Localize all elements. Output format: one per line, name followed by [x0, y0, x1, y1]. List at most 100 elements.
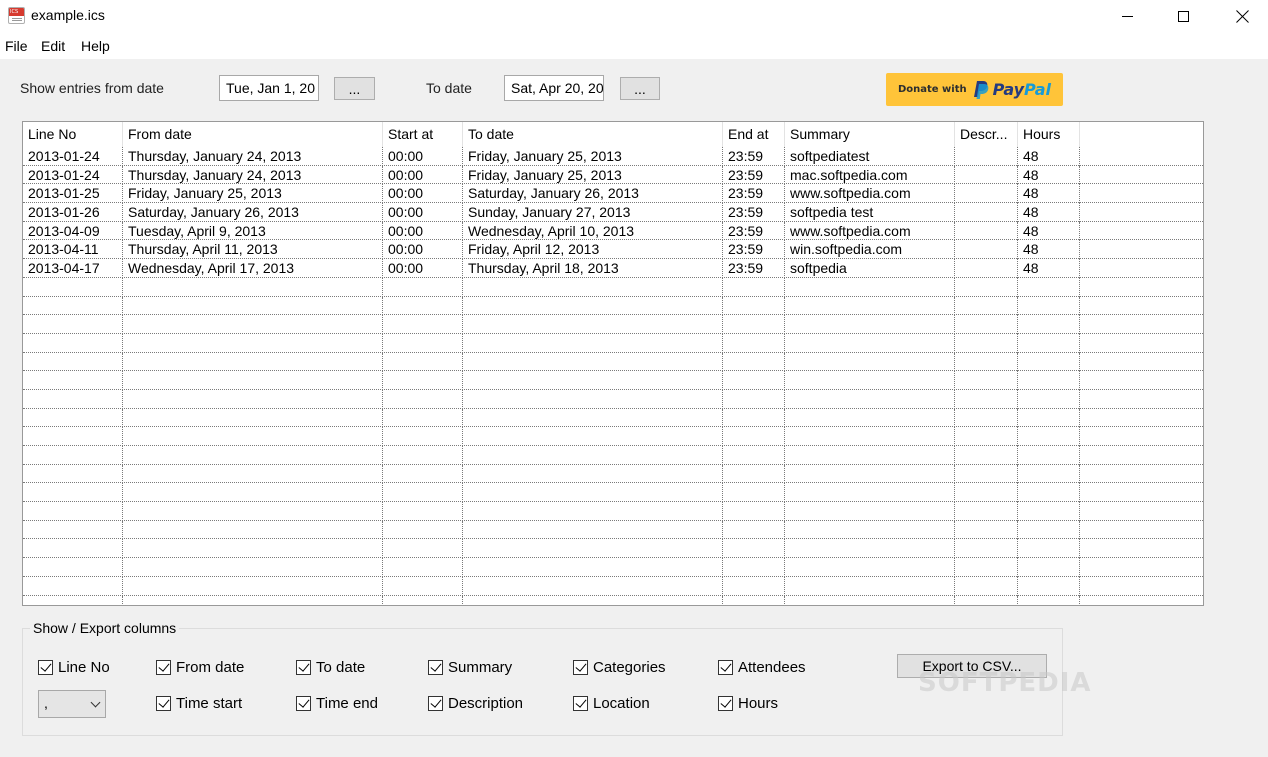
- column-header-from-date[interactable]: From date: [123, 122, 383, 147]
- table-row[interactable]: [23, 558, 1203, 577]
- checkbox-time-start[interactable]: Time start: [156, 695, 242, 712]
- table-row[interactable]: [23, 296, 1203, 316]
- checkbox-from-date[interactable]: From date: [156, 659, 244, 676]
- minimize-icon: [1121, 15, 1133, 17]
- table-row[interactable]: [23, 315, 1203, 334]
- table-row[interactable]: [23, 595, 1203, 605]
- paypal-donate-button[interactable]: Donate with PayPal: [886, 73, 1063, 106]
- table-row[interactable]: [23, 277, 1203, 297]
- cell-description: [955, 277, 1018, 297]
- column-header-start-at[interactable]: Start at: [383, 122, 463, 147]
- checkbox-location[interactable]: Location: [573, 695, 650, 712]
- column-header-end-at[interactable]: End at: [723, 122, 785, 147]
- checkbox-attendees[interactable]: Attendees: [718, 659, 806, 676]
- checkbox-checked-icon: [156, 660, 171, 675]
- table-row[interactable]: [23, 576, 1203, 596]
- cell-description: [955, 595, 1018, 605]
- to-date-field[interactable]: Sat, Apr 20, 20: [504, 75, 604, 101]
- checkbox-summary[interactable]: Summary: [428, 659, 512, 676]
- from-date-field[interactable]: Tue, Jan 1, 20: [219, 75, 319, 101]
- table-row[interactable]: 2013-01-24 Thursday, January 24, 2013 00:0…: [23, 165, 1203, 185]
- table-row[interactable]: [23, 483, 1203, 503]
- cell-start-at: 00:00: [383, 165, 463, 185]
- cell-line-no: [23, 296, 123, 316]
- cell-from-date: Saturday, January 26, 2013: [123, 203, 383, 222]
- menu-file[interactable]: File: [5, 38, 28, 54]
- checkbox-time-end[interactable]: Time end: [296, 695, 378, 712]
- menu-help[interactable]: Help: [81, 38, 110, 54]
- column-header-summary[interactable]: Summary: [785, 122, 955, 147]
- cell-hours: [1018, 315, 1080, 334]
- checkbox-hours[interactable]: Hours: [718, 695, 778, 712]
- cell-to-date: Wednesday, April 10, 2013: [463, 221, 723, 241]
- to-date-picker-button[interactable]: ...: [620, 77, 660, 100]
- cell-line-no: [23, 315, 123, 334]
- table-row[interactable]: [23, 371, 1203, 390]
- table-row[interactable]: 2013-01-25 Friday, January 25, 2013 00:00 S…: [23, 184, 1203, 204]
- table-row[interactable]: 2013-04-09 Tuesday, April 9, 2013 00:00 Wed…: [23, 221, 1203, 241]
- cell-from-date: [123, 315, 383, 334]
- table-row[interactable]: [23, 408, 1203, 428]
- table-row[interactable]: [23, 520, 1203, 540]
- checkbox-description[interactable]: Description: [428, 695, 523, 712]
- cell-start-at: [383, 595, 463, 605]
- cell-hours: [1018, 408, 1080, 428]
- column-header-description[interactable]: Descr...: [955, 122, 1018, 147]
- cell-end-at: 23:59: [723, 259, 785, 278]
- cell-line-no: 2013-01-24: [23, 147, 123, 166]
- cell-end-at: 23:59: [723, 240, 785, 260]
- checkbox-line-no[interactable]: Line No: [38, 659, 110, 676]
- cell-filler: [1080, 166, 1203, 185]
- cell-line-no: [23, 520, 123, 540]
- column-header-line-no[interactable]: Line No: [23, 122, 123, 147]
- checkbox-checked-icon: [573, 660, 588, 675]
- cell-hours: 48: [1018, 221, 1080, 241]
- cell-hours: [1018, 539, 1080, 559]
- column-header-to-date[interactable]: To date: [463, 122, 723, 147]
- cell-summary: [785, 483, 955, 503]
- table-row[interactable]: [23, 464, 1203, 484]
- from-date-picker-button[interactable]: ...: [334, 77, 375, 100]
- table-row[interactable]: [23, 539, 1203, 559]
- cell-end-at: [723, 595, 785, 605]
- table-row[interactable]: 2013-04-11 Thursday, April 11, 2013 00:00 F…: [23, 240, 1203, 260]
- separator-select[interactable]: ,: [38, 690, 106, 718]
- export-columns-group-title: Show / Export columns: [30, 620, 180, 636]
- column-header-hours[interactable]: Hours: [1018, 122, 1080, 147]
- maximize-button[interactable]: [1160, 0, 1206, 32]
- cell-end-at: 23:59: [723, 203, 785, 222]
- cell-from-date: Tuesday, April 9, 2013: [123, 221, 383, 241]
- cell-hours: [1018, 446, 1080, 465]
- cell-line-no: [23, 446, 123, 465]
- cell-description: [955, 296, 1018, 316]
- table-row[interactable]: [23, 389, 1203, 409]
- table-row[interactable]: [23, 446, 1203, 465]
- cell-from-date: [123, 371, 383, 390]
- events-grid[interactable]: Line No From date Start at To date End a…: [22, 121, 1204, 606]
- checkbox-to-date[interactable]: To date: [296, 659, 365, 676]
- cell-description: [955, 203, 1018, 222]
- cell-start-at: [383, 371, 463, 390]
- table-row[interactable]: 2013-01-24 Thursday, January 24, 2013 00:0…: [23, 147, 1203, 166]
- cell-filler: [1080, 334, 1203, 353]
- table-row[interactable]: 2013-01-26 Saturday, January 26, 2013 00:0…: [23, 203, 1203, 222]
- minimize-button[interactable]: [1104, 0, 1150, 32]
- cell-to-date: [463, 464, 723, 484]
- menu-edit[interactable]: Edit: [41, 38, 65, 54]
- table-row[interactable]: [23, 352, 1203, 372]
- table-row[interactable]: [23, 333, 1203, 353]
- table-row[interactable]: [23, 502, 1203, 521]
- close-button[interactable]: [1219, 0, 1265, 32]
- cell-line-no: [23, 352, 123, 372]
- export-columns-group: [22, 628, 1063, 736]
- from-date-label: Show entries from date: [20, 80, 164, 96]
- cell-hours: [1018, 483, 1080, 503]
- checkbox-categories[interactable]: Categories: [573, 659, 666, 676]
- table-row[interactable]: [23, 427, 1203, 446]
- cell-hours: 48: [1018, 240, 1080, 260]
- cell-to-date: Thursday, April 18, 2013: [463, 259, 723, 278]
- cell-filler: [1080, 297, 1203, 316]
- table-row[interactable]: 2013-04-17 Wednesday, April 17, 2013 00:00…: [23, 259, 1203, 278]
- cell-end-at: [723, 576, 785, 596]
- cell-filler: [1080, 502, 1203, 521]
